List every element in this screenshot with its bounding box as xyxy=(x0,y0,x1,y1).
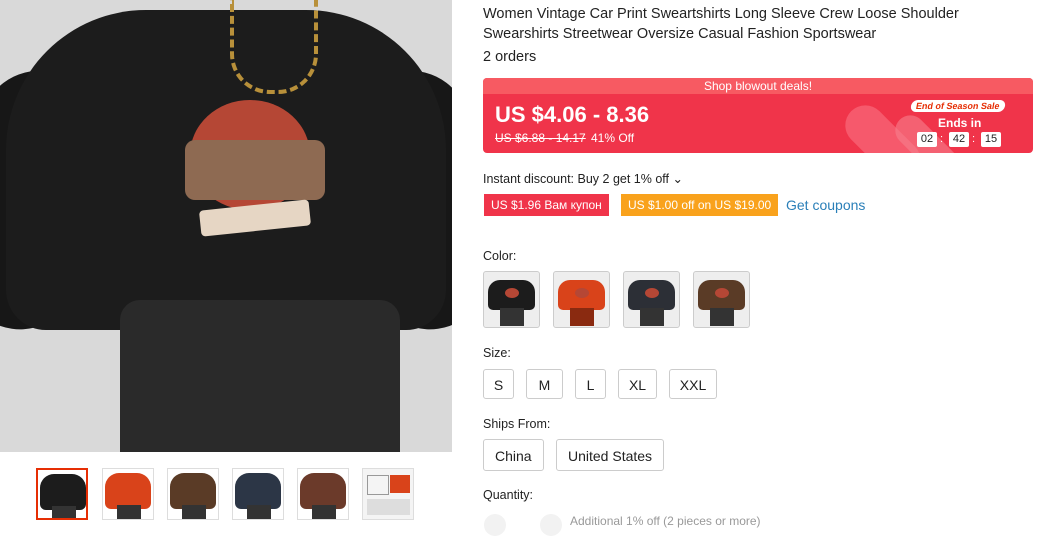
discount-percent: 41% Off xyxy=(591,131,635,145)
coupon-badge-1[interactable]: US $1.96 Вам купон xyxy=(484,194,609,216)
coupon-badge-2[interactable]: US $1.00 off on US $19.00 xyxy=(621,194,779,216)
size-option-l[interactable]: L xyxy=(575,369,606,399)
ends-in-label: Ends in xyxy=(938,116,982,130)
deal-banner: Shop blowout deals! US $4.06 - 8.36 US $… xyxy=(483,78,1033,153)
thumbnail-size-chart[interactable] xyxy=(362,468,414,520)
color-option-orange[interactable] xyxy=(553,271,610,328)
season-sale-badge: End of Season Sale xyxy=(909,100,1006,112)
color-label: Color: xyxy=(483,249,517,263)
car-print-graphic xyxy=(170,90,340,260)
price-range: US $4.06 - 8.36 xyxy=(495,102,650,127)
size-option-xxl[interactable]: XXL xyxy=(669,369,717,399)
thumbnail-1[interactable] xyxy=(36,468,88,520)
size-option-xl[interactable]: XL xyxy=(618,369,657,399)
quantity-label: Quantity: xyxy=(483,488,534,502)
thumbnail-3[interactable] xyxy=(167,468,219,520)
thumbnail-2[interactable] xyxy=(102,468,154,520)
order-count: 2 orders xyxy=(483,49,537,65)
size-option-s[interactable]: S xyxy=(483,369,514,399)
original-price: US $6.88 - 14.17 xyxy=(495,131,586,145)
quantity-decrease-button[interactable] xyxy=(484,514,506,536)
necklace-chain xyxy=(230,0,318,94)
ships-from-china[interactable]: China xyxy=(483,439,544,471)
instant-discount[interactable]: Instant discount: Buy 2 get 1% off ⌄ xyxy=(483,171,683,186)
quantity-discount-note: Additional 1% off (2 pieces or more) xyxy=(570,514,761,528)
thumbnail-4[interactable] xyxy=(232,468,284,520)
timer-minutes: 42 xyxy=(949,132,969,147)
timer-seconds: 15 xyxy=(981,132,1001,147)
timer-hours: 02 xyxy=(917,132,937,147)
color-option-brown[interactable] xyxy=(693,271,750,328)
size-option-m[interactable]: M xyxy=(526,369,563,399)
deal-header: Shop blowout deals! xyxy=(483,78,1033,94)
product-title: Women Vintage Car Print Sweartshirts Lon… xyxy=(483,6,959,42)
color-option-black[interactable] xyxy=(483,271,540,328)
thumbnail-5[interactable] xyxy=(297,468,349,520)
quantity-increase-button[interactable] xyxy=(540,514,562,536)
color-option-dark-gray[interactable] xyxy=(623,271,680,328)
ships-from-label: Ships From: xyxy=(483,417,551,431)
ships-from-united-states[interactable]: United States xyxy=(556,439,665,471)
get-coupons-link[interactable]: Get coupons xyxy=(786,197,865,213)
main-product-image[interactable] xyxy=(0,0,452,452)
skirt xyxy=(120,300,400,452)
size-label: Size: xyxy=(483,346,511,360)
